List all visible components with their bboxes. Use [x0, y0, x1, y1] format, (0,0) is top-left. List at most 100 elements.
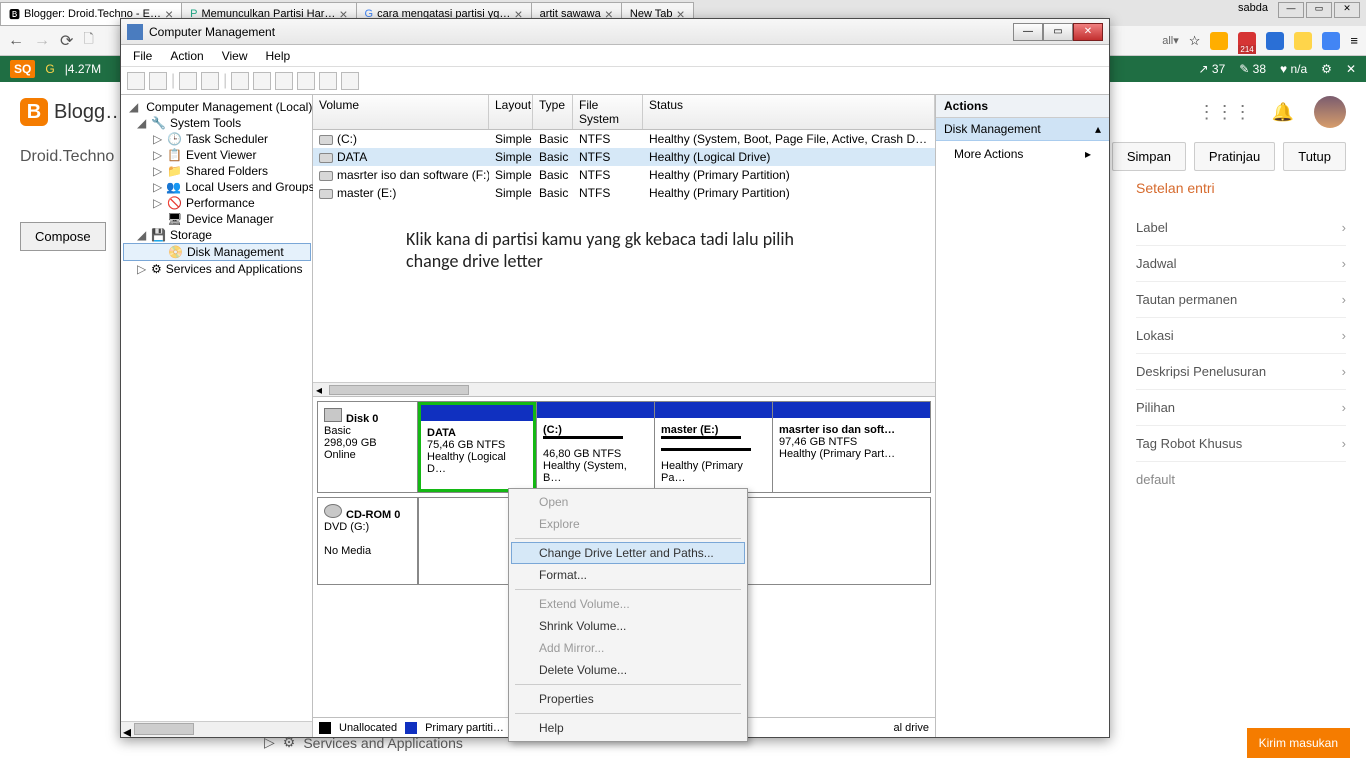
- col-type[interactable]: Type: [533, 95, 573, 129]
- cm-menubar: File Action View Help: [121, 45, 1109, 67]
- disk-icon: [324, 408, 342, 422]
- ctx-format[interactable]: Format...: [511, 564, 745, 586]
- properties-icon[interactable]: [201, 72, 219, 90]
- partition-masrter-iso[interactable]: masrter iso dan soft…97,46 GB NTFSHealth…: [772, 402, 930, 492]
- legend-swatch: [319, 722, 331, 734]
- menu-file[interactable]: File: [125, 47, 160, 65]
- maximize-icon[interactable]: ▭: [1306, 2, 1332, 18]
- volume-scrollbar[interactable]: ◂: [313, 382, 935, 396]
- cm-tree[interactable]: ◢Computer Management (Local) ◢🔧System To…: [121, 95, 313, 721]
- site-lock-icon[interactable]: 🗋: [83, 30, 93, 52]
- menu-action[interactable]: Action: [162, 47, 211, 65]
- menu-icon[interactable]: ≡: [1350, 33, 1358, 48]
- volume-list-header[interactable]: Volume Layout Type File System Status: [313, 95, 935, 130]
- back-icon[interactable]: [127, 72, 145, 90]
- tool-icon[interactable]: [297, 72, 315, 90]
- col-status[interactable]: Status: [643, 95, 935, 129]
- apps-icon[interactable]: ⋮⋮⋮: [1198, 102, 1252, 123]
- tool-icon[interactable]: [253, 72, 271, 90]
- tree-task-scheduler[interactable]: ▷🕒Task Scheduler: [123, 131, 311, 147]
- ctx-explore: Explore: [511, 513, 745, 535]
- extension-icon[interactable]: 214: [1238, 32, 1256, 50]
- bell-icon[interactable]: 🔔: [1272, 102, 1294, 123]
- cm-toolbar: | |: [121, 67, 1109, 95]
- blogger-logo[interactable]: BBlogg…: [20, 98, 125, 126]
- sidebar-item-robot-tags[interactable]: Tag Robot Khusus›: [1136, 426, 1346, 462]
- chevron-right-icon: ▸: [1085, 147, 1091, 161]
- ctx-shrink-volume[interactable]: Shrink Volume...: [511, 615, 745, 637]
- tool-icon[interactable]: [341, 72, 359, 90]
- save-button[interactable]: Simpan: [1112, 142, 1186, 171]
- minimize-icon[interactable]: —: [1013, 23, 1043, 41]
- tree-performance[interactable]: ▷🚫Performance: [123, 195, 311, 211]
- menu-help[interactable]: Help: [258, 47, 299, 65]
- partition-data[interactable]: DATA75,46 GB NTFSHealthy (Logical D…: [418, 402, 536, 492]
- star-icon[interactable]: ☆: [1189, 33, 1201, 49]
- app-icon: [127, 24, 143, 40]
- col-fs[interactable]: File System: [573, 95, 643, 129]
- compose-button[interactable]: Compose: [20, 222, 106, 251]
- tree-disk-management[interactable]: 📀Disk Management: [123, 243, 311, 261]
- forward-icon[interactable]: →: [34, 32, 50, 50]
- tool-icon[interactable]: [275, 72, 293, 90]
- volume-row[interactable]: master (E:)SimpleBasicNTFSHealthy (Prima…: [313, 184, 935, 202]
- close-button[interactable]: Tutup: [1283, 142, 1346, 171]
- services-apps-strip[interactable]: ▷ ⚙ Services and Applications: [264, 734, 463, 751]
- ctx-help[interactable]: Help: [511, 717, 745, 739]
- col-layout[interactable]: Layout: [489, 95, 533, 129]
- ctx-change-drive-letter[interactable]: Change Drive Letter and Paths...: [511, 542, 745, 564]
- os-close-icon[interactable]: ✕: [1334, 2, 1360, 18]
- refresh-icon[interactable]: [179, 72, 197, 90]
- close-icon[interactable]: ✕: [1073, 23, 1103, 41]
- sidebar-item-label[interactable]: Label›: [1136, 210, 1346, 246]
- tree-services-apps[interactable]: ▷⚙Services and Applications: [123, 261, 311, 277]
- minimize-icon[interactable]: —: [1278, 2, 1304, 18]
- tree-storage[interactable]: ◢💾Storage: [123, 227, 311, 243]
- feedback-button[interactable]: Kirim masukan: [1247, 728, 1350, 758]
- tree-root[interactable]: ◢Computer Management (Local): [123, 99, 311, 115]
- sidebar-item-permalink[interactable]: Tautan permanen›: [1136, 282, 1346, 318]
- tree-local-users[interactable]: ▷👥Local Users and Groups: [123, 179, 311, 195]
- actions-more[interactable]: More Actions ▸: [936, 141, 1109, 167]
- back-icon[interactable]: ←: [8, 32, 24, 50]
- maximize-icon[interactable]: ▭: [1043, 23, 1073, 41]
- ctx-properties[interactable]: Properties: [511, 688, 745, 710]
- reload-icon[interactable]: ⟳: [60, 31, 73, 51]
- sidebar-item-location[interactable]: Lokasi›: [1136, 318, 1346, 354]
- chevron-up-icon: ▴: [1095, 122, 1101, 136]
- tree-event-viewer[interactable]: ▷📋Event Viewer: [123, 147, 311, 163]
- preview-button[interactable]: Pratinjau: [1194, 142, 1275, 171]
- actions-disk-management[interactable]: Disk Management▴: [936, 118, 1109, 141]
- partition-c[interactable]: (C:)46,80 GB NTFSHealthy (System, B…: [536, 402, 654, 492]
- sidebar-item-schedule[interactable]: Jadwal›: [1136, 246, 1346, 282]
- col-volume[interactable]: Volume: [313, 95, 489, 129]
- sidebar-item-search-description[interactable]: Deskripsi Penelusuran›: [1136, 354, 1346, 390]
- help-icon[interactable]: [231, 72, 249, 90]
- extension-icon[interactable]: [1266, 32, 1284, 50]
- menu-view[interactable]: View: [214, 47, 256, 65]
- volume-row[interactable]: masrter iso dan software (F:)SimpleBasic…: [313, 166, 935, 184]
- actions-pane: Actions Disk Management▴ More Actions ▸: [935, 95, 1109, 737]
- os-window-controls: sabda — ▭ ✕: [1238, 2, 1360, 18]
- sidebar-item-options[interactable]: Pilihan›: [1136, 390, 1346, 426]
- gear-icon[interactable]: ⚙: [1321, 62, 1332, 76]
- forward-icon[interactable]: [149, 72, 167, 90]
- alexa-text: all▾: [1162, 34, 1179, 47]
- ctx-delete-volume[interactable]: Delete Volume...: [511, 659, 745, 681]
- disk-row[interactable]: Disk 0 Basic 298,09 GB Online DATA75,46 …: [317, 401, 931, 493]
- volume-row[interactable]: DATASimpleBasicNTFSHealthy (Logical Driv…: [313, 148, 935, 166]
- tree-device-manager[interactable]: 🖥Device Manager: [123, 211, 311, 227]
- partition-master-e[interactable]: master (E:)Healthy (Primary Pa…: [654, 402, 772, 492]
- extension-icon[interactable]: [1210, 32, 1228, 50]
- tree-system-tools[interactable]: ◢🔧System Tools: [123, 115, 311, 131]
- avatar[interactable]: [1314, 96, 1346, 128]
- tool-icon[interactable]: [319, 72, 337, 90]
- extension-icon[interactable]: [1322, 32, 1340, 50]
- close-icon[interactable]: ✕: [1346, 62, 1356, 76]
- extension-icon[interactable]: [1294, 32, 1312, 50]
- volume-row[interactable]: (C:)SimpleBasicNTFSHealthy (System, Boot…: [313, 130, 935, 148]
- tree-shared-folders[interactable]: ▷📁Shared Folders: [123, 163, 311, 179]
- sidebar-title: Setelan entri: [1136, 180, 1346, 196]
- blog-name[interactable]: Droid.Techno: [20, 148, 114, 166]
- cm-titlebar[interactable]: Computer Management — ▭ ✕: [121, 19, 1109, 45]
